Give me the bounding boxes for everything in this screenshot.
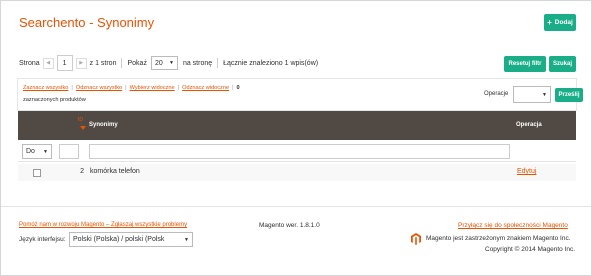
magento-logo-icon bbox=[411, 233, 421, 245]
reset-filter-button[interactable]: Resetuj filtr bbox=[504, 56, 546, 72]
plus-icon: + bbox=[547, 18, 552, 27]
per-page-select[interactable]: 20 ▼ bbox=[150, 56, 178, 70]
submit-button[interactable]: Prześlij bbox=[555, 88, 583, 102]
unselect-visible-link[interactable]: Odznacz widoczne bbox=[182, 85, 229, 91]
grid-header: ID Synonimy Operacja bbox=[18, 111, 576, 140]
row-synonyms: komórka telefon bbox=[90, 168, 140, 175]
language-select[interactable]: Polski (Polska) / polski (Polsk ▼ bbox=[69, 232, 193, 247]
report-bugs-link[interactable]: Pomóż nam w rozwoju Magento – Zgłaszaj w… bbox=[19, 222, 187, 228]
community-link[interactable]: Przyłącz się do społeczności Magento bbox=[458, 222, 568, 229]
row-checkbox[interactable] bbox=[33, 169, 41, 177]
footer-divider bbox=[1, 206, 591, 207]
massaction-links: Zaznacz wszystko | Odznacz wszystko | Wybier… bbox=[23, 85, 240, 91]
language-value: Polski (Polska) / polski (Polsk bbox=[73, 236, 165, 243]
sort-desc-icon[interactable] bbox=[80, 126, 86, 130]
synonyms-filter-input[interactable] bbox=[89, 144, 510, 159]
chevron-down-icon: ▼ bbox=[184, 236, 189, 243]
selected-count-suffix: zaznaczonych produktów bbox=[23, 97, 86, 103]
massaction-filter-select[interactable]: Do ▼ bbox=[22, 144, 52, 159]
operations-select[interactable]: ▼ bbox=[513, 86, 551, 103]
chevron-down-icon: ▼ bbox=[43, 148, 48, 155]
magento-version: Magento wer. 1.8.1.0 bbox=[259, 222, 320, 229]
page-number-input[interactable]: 1 bbox=[56, 55, 73, 71]
add-button[interactable]: + Dodaj bbox=[544, 14, 576, 31]
page-title: Searchento - Synonimy bbox=[19, 15, 155, 30]
next-page-icon[interactable]: ▶ bbox=[75, 57, 87, 69]
per-page-suffix: na stronę bbox=[182, 59, 213, 67]
trademark-text: Magento jest zastrzeżonym znakiem Magent… bbox=[426, 235, 571, 242]
per-page-value: 20 bbox=[154, 59, 163, 67]
chevron-down-icon: ▼ bbox=[542, 91, 547, 98]
records-found: Łącznie znaleziono 1 wpis(ów) bbox=[223, 59, 319, 67]
row-id: 2 bbox=[80, 168, 84, 175]
table-row: 2 komórka telefon Edytuj bbox=[18, 164, 576, 181]
filter-row: Do ▼ bbox=[18, 141, 576, 162]
unselect-all-link[interactable]: Odznacz wszystko bbox=[76, 85, 122, 91]
prev-page-icon[interactable]: ◀ bbox=[42, 57, 54, 69]
copyright-text: Copyright © 2014 Magento Inc. bbox=[485, 246, 576, 253]
massaction-panel: Zaznacz wszystko | Odznacz wszystko | Wybier… bbox=[17, 78, 583, 111]
column-synonyms[interactable]: Synonimy bbox=[89, 122, 118, 128]
column-operations: Operacja bbox=[516, 122, 542, 128]
divider bbox=[217, 58, 219, 68]
operations-label: Operacje bbox=[484, 91, 509, 97]
page-count-label: z 1 stron bbox=[89, 59, 117, 67]
id-filter-input[interactable] bbox=[59, 144, 79, 159]
select-visible-link[interactable]: Wybierz widoczne bbox=[130, 85, 175, 91]
selected-count: 0 bbox=[236, 85, 240, 91]
add-button-label: Dodaj bbox=[554, 19, 573, 26]
massaction-filter-value: Do bbox=[26, 148, 35, 155]
select-all-link[interactable]: Zaznacz wszystko bbox=[23, 85, 68, 91]
page-label: Strona bbox=[19, 59, 40, 67]
language-label: Język interfejsu: bbox=[19, 236, 66, 243]
search-button[interactable]: Szukaj bbox=[549, 56, 576, 72]
pager: Strona ◀ 1 ▶ z 1 stron Pokaż 20 ▼ na str… bbox=[19, 55, 318, 71]
divider bbox=[121, 58, 123, 68]
show-label: Pokaż bbox=[127, 59, 147, 67]
edit-link[interactable]: Edytuj bbox=[517, 168, 536, 175]
chevron-down-icon: ▼ bbox=[169, 60, 174, 66]
column-id[interactable]: ID bbox=[78, 117, 83, 123]
page-frame: Searchento - Synonimy + Dodaj Strona ◀ 1… bbox=[0, 0, 592, 276]
